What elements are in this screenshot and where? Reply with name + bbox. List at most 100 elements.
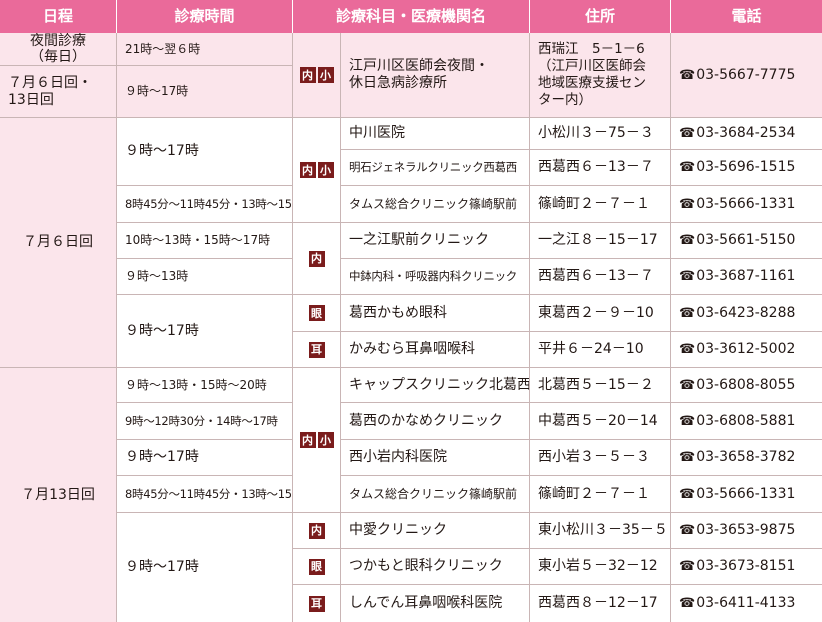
b1-r6-phone: ☎ 03-3612-5002	[671, 332, 822, 368]
phone-icon: ☎	[679, 596, 696, 611]
phone-number: 03-5666-1331	[696, 195, 796, 212]
b2-dept-me: 眼	[293, 549, 341, 585]
b1-dept-me: 眼	[293, 295, 341, 332]
phone-icon: ☎	[679, 233, 696, 248]
b1-r1-address: 西葛西６－13－７	[530, 150, 671, 186]
b2-r1-address: 中葛西５－20－14	[530, 403, 671, 440]
b1-r2-name: タムス総合クリニック篠崎駅前	[341, 186, 530, 223]
night-time-1: 21時～翌６時	[117, 33, 293, 66]
b1-r3-phone: ☎ 03-5661-5150	[671, 223, 822, 259]
b2-r4-name: 中愛クリニック	[341, 513, 530, 549]
b1-time-0: ９時～17時	[117, 118, 293, 186]
b1-r0-phone: ☎ 03-3684-2534	[671, 118, 822, 150]
b2-r5-address: 東小岩５－32－12	[530, 549, 671, 585]
ophthalmology-badge: 眼	[308, 305, 325, 321]
phone-icon: ☎	[679, 126, 696, 141]
b1-r2-phone: ☎ 03-5666-1331	[671, 186, 822, 223]
b1-r6-name: かみむら耳鼻咽喉科	[341, 332, 530, 368]
night-clinic-dates: ７月６日回・ 13日回	[0, 66, 117, 118]
phone-icon: ☎	[679, 342, 696, 357]
b1-r5-name: 葛西かもめ眼科	[341, 295, 530, 332]
pediatrics-badge: 小	[317, 162, 334, 178]
phone-number: 03-3673-8151	[696, 558, 796, 574]
b2-r0-phone: ☎ 03-6808-8055	[671, 368, 822, 403]
b1-time-4: ９時～17時	[117, 295, 293, 368]
phone-number: 03-6411-4133	[696, 595, 796, 611]
b1-time-1: 8時45分～11時45分・13時～15時	[117, 186, 293, 223]
b2-r0-name: キャップスクリニック北葛西	[341, 368, 530, 403]
phone-number: 03-6423-8288	[696, 304, 796, 321]
internal-medicine-badge: 内	[299, 67, 316, 83]
phone-icon: ☎	[679, 305, 696, 321]
ent-badge: 耳	[308, 595, 325, 612]
b2-r3-address: 篠崎町２－７－１	[530, 476, 671, 513]
night-dept-cell: 内小	[293, 33, 341, 118]
b2-r0-address: 北葛西５－15－２	[530, 368, 671, 403]
b1-r4-address: 西葛西６－13－７	[530, 259, 671, 295]
phone-number: 03-3653-9875	[696, 522, 796, 538]
b1-r3-address: 一之江８－15－17	[530, 223, 671, 259]
b1-r5-address: 東葛西２－９－10	[530, 295, 671, 332]
b1-r5-phone: ☎ 03-6423-8288	[671, 295, 822, 332]
phone-number: 03-6808-5881	[696, 412, 796, 429]
phone-number: 03-3612-5002	[696, 341, 796, 357]
b2-dept-naisho: 内小	[293, 368, 341, 513]
header-clinic: 診療科目・医療機関名	[293, 0, 530, 33]
phone-number: 03-6808-8055	[696, 376, 796, 393]
b2-r3-name: タムス総合クリニック篠崎駅前	[341, 476, 530, 513]
b1-r4-phone: ☎ 03-3687-1161	[671, 259, 822, 295]
b1-r1-phone: ☎ 03-5696-1515	[671, 150, 822, 186]
b1-dept-mimi: 耳	[293, 332, 341, 368]
phone-number: 03-3687-1161	[696, 268, 796, 284]
header-phone: 電話	[671, 0, 822, 33]
night-clinic-label: 夜間診療 （毎日）	[0, 33, 117, 66]
b2-r1-name: 葛西のかなめクリニック	[341, 403, 530, 440]
b1-dept-naisho: 内小	[293, 118, 341, 223]
header-hours: 診療時間	[117, 0, 293, 33]
internal-medicine-badge: 内	[308, 250, 325, 267]
b1-time-3: ９時～13時	[117, 259, 293, 295]
b2-r2-name: 西小岩内科医院	[341, 440, 530, 476]
b2-r4-address: 東小松川３－35－５	[530, 513, 671, 549]
internal-medicine-badge: 内	[308, 522, 325, 539]
pediatrics-badge: 小	[317, 67, 334, 83]
internal-medicine-badge: 内	[299, 432, 316, 448]
ent-badge: 耳	[308, 341, 325, 358]
header-address: 住所	[530, 0, 671, 33]
b2-time-2: ９時～17時	[117, 440, 293, 476]
phone-number: 03-3684-2534	[696, 125, 796, 141]
b1-r1-name: 明石ジェネラルクリニック西葛西	[341, 150, 530, 186]
phone-icon: ☎	[679, 269, 696, 284]
b2-r6-name: しんでん耳鼻咽喉科医院	[341, 585, 530, 622]
date-cell-0706: ７月６日回	[0, 118, 117, 368]
b2-r4-phone: ☎ 03-3653-9875	[671, 513, 822, 549]
b2-dept-mimi: 耳	[293, 585, 341, 622]
b2-dept-nai: 内	[293, 513, 341, 549]
b2-r2-address: 西小岩３－５－３	[530, 440, 671, 476]
phone-number: 03-5667-7775	[696, 66, 796, 83]
b2-time-4: ９時～17時	[117, 513, 293, 622]
b1-r4-name: 中鉢内科・呼吸器内科クリニック	[341, 259, 530, 295]
b1-r3-name: 一之江駅前クリニック	[341, 223, 530, 259]
phone-number: 03-5696-1515	[696, 159, 796, 175]
pediatrics-badge: 小	[317, 432, 334, 448]
b2-r3-phone: ☎ 03-5666-1331	[671, 476, 822, 513]
b1-r0-name: 中川医院	[341, 118, 530, 150]
b2-time-1: 9時～12時30分・14時～17時	[117, 403, 293, 440]
b1-time-2: 10時～13時・15時～17時	[117, 223, 293, 259]
b1-r0-address: 小松川３－75－３	[530, 118, 671, 150]
phone-icon: ☎	[679, 196, 696, 212]
phone-icon: ☎	[679, 377, 696, 393]
phone-icon: ☎	[679, 486, 696, 502]
b1-r6-address: 平井６－24－10	[530, 332, 671, 368]
night-time-2: ９時～17時	[117, 66, 293, 118]
phone-number: 03-3658-3782	[696, 449, 796, 465]
b2-r6-phone: ☎ 03-6411-4133	[671, 585, 822, 622]
clinic-schedule-table: 日程 診療時間 診療科目・医療機関名 住所 電話 夜間診療 （毎日） ７月６日回…	[0, 0, 822, 622]
date-cell-0713: ７月13日回	[0, 368, 117, 622]
b1-r2-address: 篠崎町２－７－１	[530, 186, 671, 223]
b2-r2-phone: ☎ 03-3658-3782	[671, 440, 822, 476]
b2-r1-phone: ☎ 03-6808-5881	[671, 403, 822, 440]
header-schedule: 日程	[0, 0, 117, 33]
night-clinic-phone: ☎ 03-5667-7775	[671, 33, 822, 118]
